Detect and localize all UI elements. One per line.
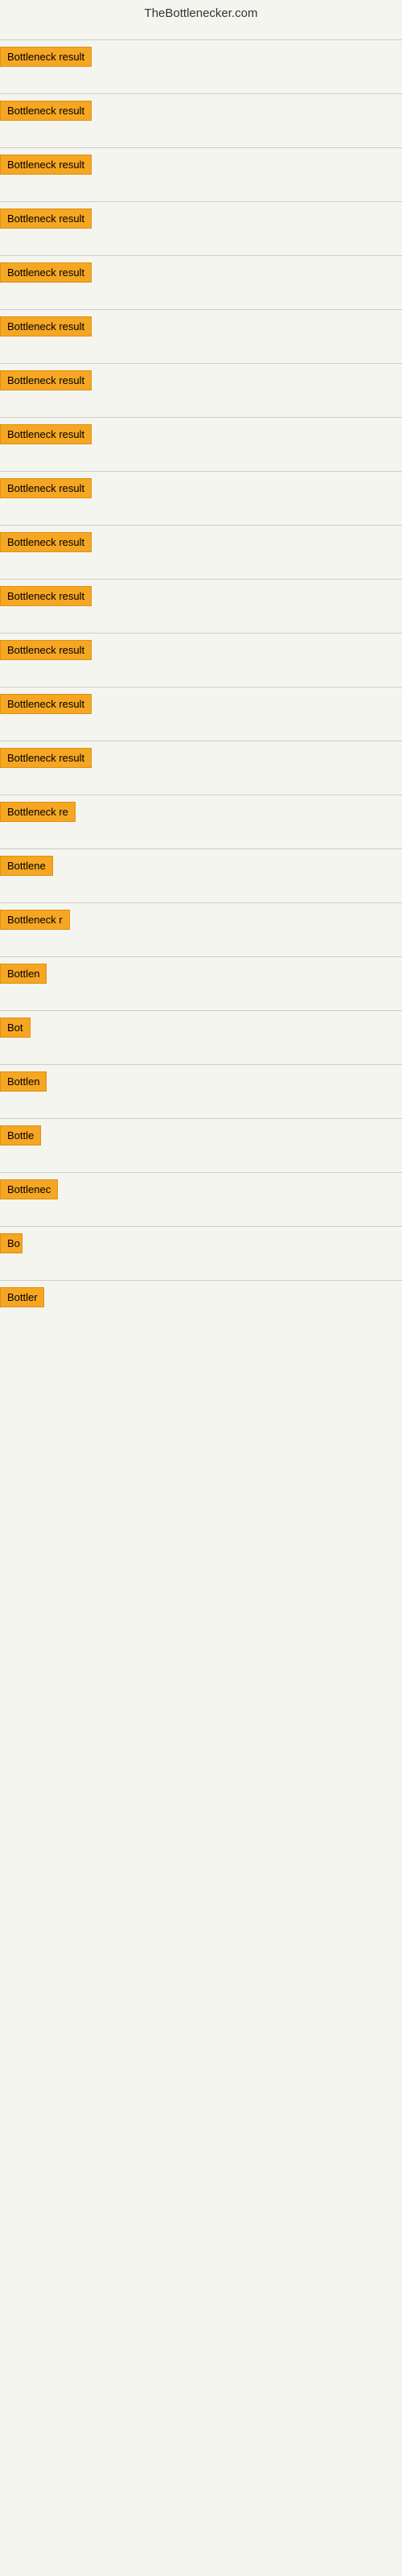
bottleneck-badge[interactable]: Bottlen <box>0 964 47 984</box>
bottleneck-badge[interactable]: Bottleneck result <box>0 532 92 552</box>
bottleneck-badge[interactable]: Bottleneck result <box>0 748 92 768</box>
divider <box>0 848 402 849</box>
bottleneck-badge[interactable]: Bottleneck result <box>0 694 92 714</box>
bottleneck-badge[interactable]: Bottleneck result <box>0 155 92 175</box>
bottleneck-item: Bottleneck result <box>0 353 402 407</box>
bottleneck-item: Bottler <box>0 1270 402 1324</box>
bottleneck-item: Bottleneck result <box>0 731 402 785</box>
bottleneck-item: Bottlen <box>0 1055 402 1108</box>
bottleneck-badge[interactable]: Bottleneck result <box>0 586 92 606</box>
bottleneck-item: Bottleneck result <box>0 246 402 299</box>
divider <box>0 363 402 364</box>
bottleneck-badge[interactable]: Bottleneck result <box>0 101 92 121</box>
divider <box>0 633 402 634</box>
bottleneck-item: Bottleneck result <box>0 30 402 84</box>
divider <box>0 201 402 202</box>
bottleneck-item: Bo <box>0 1216 402 1270</box>
bottleneck-item: Bottlen <box>0 947 402 1001</box>
bottleneck-badge[interactable]: Bot <box>0 1018 31 1038</box>
divider <box>0 1118 402 1119</box>
divider <box>0 255 402 256</box>
divider <box>0 1172 402 1173</box>
bottleneck-item: Bottlenec <box>0 1162 402 1216</box>
divider <box>0 525 402 526</box>
bottleneck-item: Bottle <box>0 1108 402 1162</box>
bottleneck-item: Bottleneck result <box>0 677 402 731</box>
bottleneck-badge[interactable]: Bottlen <box>0 1071 47 1092</box>
divider <box>0 147 402 148</box>
bottleneck-item: Bottleneck result <box>0 569 402 623</box>
bottleneck-badge[interactable]: Bottleneck result <box>0 370 92 390</box>
divider <box>0 1064 402 1065</box>
bottleneck-item: Bottleneck result <box>0 138 402 192</box>
bottleneck-badge[interactable]: Bottleneck result <box>0 478 92 498</box>
divider <box>0 93 402 94</box>
bottleneck-item: Bottlene <box>0 839 402 893</box>
bottleneck-badge[interactable]: Bottleneck r <box>0 910 70 930</box>
divider <box>0 471 402 472</box>
bottleneck-badge[interactable]: Bottler <box>0 1287 44 1307</box>
divider <box>0 1280 402 1281</box>
bottleneck-item: Bottleneck result <box>0 623 402 677</box>
divider <box>0 39 402 40</box>
divider <box>0 1226 402 1227</box>
bottleneck-item: Bottleneck result <box>0 84 402 138</box>
bottleneck-item: Bottleneck result <box>0 299 402 353</box>
bottleneck-badge[interactable]: Bo <box>0 1233 23 1253</box>
bottleneck-badge[interactable]: Bottleneck re <box>0 802 76 822</box>
bottleneck-item: Bottleneck re <box>0 785 402 839</box>
divider <box>0 309 402 310</box>
divider <box>0 1010 402 1011</box>
bottleneck-item: Bottleneck result <box>0 461 402 515</box>
items-container: Bottleneck result Bottleneck result Bottle… <box>0 30 402 1324</box>
bottleneck-item: Bottleneck result <box>0 515 402 569</box>
bottleneck-badge[interactable]: Bottleneck result <box>0 262 92 283</box>
divider <box>0 417 402 418</box>
bottleneck-badge[interactable]: Bottleneck result <box>0 640 92 660</box>
divider <box>0 579 402 580</box>
divider <box>0 902 402 903</box>
bottleneck-item: Bottleneck r <box>0 893 402 947</box>
bottleneck-badge[interactable]: Bottleneck result <box>0 208 92 229</box>
site-title: TheBottlenecker.com <box>0 0 402 30</box>
site-header: TheBottlenecker.com <box>0 0 402 30</box>
bottleneck-badge[interactable]: Bottleneck result <box>0 47 92 67</box>
bottleneck-item: Bot <box>0 1001 402 1055</box>
bottleneck-badge[interactable]: Bottleneck result <box>0 424 92 444</box>
bottleneck-item: Bottleneck result <box>0 407 402 461</box>
bottleneck-badge[interactable]: Bottlenec <box>0 1179 58 1199</box>
bottleneck-badge[interactable]: Bottle <box>0 1125 41 1146</box>
divider <box>0 956 402 957</box>
bottleneck-item: Bottleneck result <box>0 192 402 246</box>
bottleneck-badge[interactable]: Bottlene <box>0 856 53 876</box>
bottleneck-badge[interactable]: Bottleneck result <box>0 316 92 336</box>
